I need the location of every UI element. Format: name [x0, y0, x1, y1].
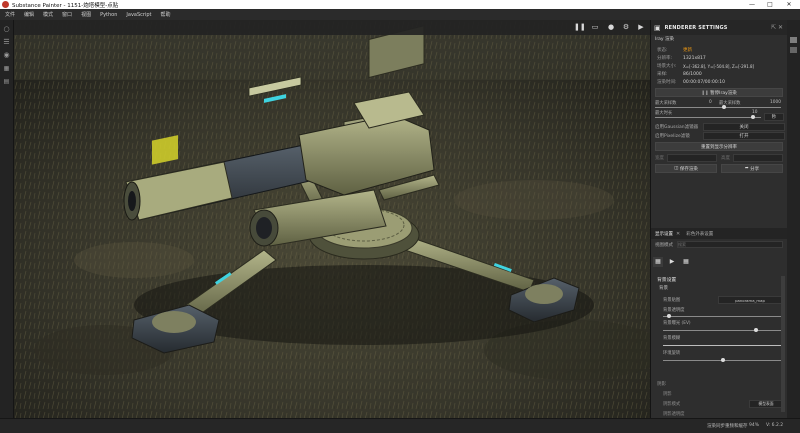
- shadow-group-title: 阴影: [657, 382, 666, 387]
- bg-opacity-row[interactable]: 背景透明度: [651, 307, 787, 320]
- title-bar: Substance Painter - 1151-炮塔模型-点贴 — □ ✕: [0, 0, 800, 9]
- texture-set-list-icon[interactable]: [790, 37, 797, 43]
- shadow-mode-label: 阴影模式: [663, 402, 681, 407]
- menu-edit[interactable]: 编辑: [24, 11, 34, 18]
- bg-map-row: 背景贴图 panorama_map: [651, 295, 787, 307]
- status-version: V: 6.2.2: [766, 423, 784, 428]
- render-icon[interactable]: ⚙: [621, 23, 631, 32]
- samples-row: 采样: 86/1000: [657, 71, 702, 78]
- share-button[interactable]: ➦ 分享: [721, 164, 783, 173]
- env-rotation-row[interactable]: 环境旋转: [651, 350, 787, 365]
- minimize-button[interactable]: —: [744, 0, 760, 9]
- scene-size-row: 场景大小: X=[-362.8], Y=[-504.8], Z=[-291.8]: [657, 63, 755, 70]
- camera-view-icon[interactable]: ▭: [590, 23, 600, 32]
- height-field[interactable]: [733, 153, 783, 162]
- display-icon-tabs: ▦ ▶ ▦: [653, 257, 693, 268]
- gaussian-toggle[interactable]: 关闭: [703, 122, 785, 131]
- substance-logo-icon: [2, 1, 9, 8]
- background-params: 背景贴图 panorama_map 背景透明度 背景曝光 (EV) 背景模糊 环…: [651, 295, 787, 365]
- right-panel: ▣ RENDERER SETTINGS ⇱ ✕ Iray 渲染 状态: 更新 分…: [650, 20, 787, 418]
- render-status-row: 状态: 更新: [657, 48, 692, 53]
- camera-icon[interactable]: ▶: [667, 257, 677, 267]
- bg-subtitle: 背景: [659, 286, 668, 291]
- close-window-button[interactable]: ✕: [781, 0, 797, 9]
- display-tabs: 显示设置 ✕ 彩色外表设置: [651, 228, 787, 239]
- env-rotation-knob[interactable]: [720, 358, 725, 362]
- layers-icon[interactable]: ○: [3, 26, 11, 33]
- history-icon[interactable]: ▦: [3, 65, 11, 72]
- size-row: 宽度 高度: [651, 153, 787, 162]
- max-time-knob[interactable]: [750, 115, 755, 119]
- display-search-input[interactable]: [677, 241, 783, 248]
- log-icon[interactable]: ▤: [3, 78, 11, 85]
- bg-exposure-knob[interactable]: [753, 328, 758, 332]
- iray-section-title: Iray 渲染: [655, 37, 675, 42]
- shadow-opacity-label: 阴影透明度: [663, 412, 685, 417]
- render-time-row: 渲染时间: 00:00:07/00:00:10: [657, 79, 725, 86]
- renderer-settings-title: RENDERER SETTINGS: [664, 24, 728, 31]
- sphere-icon[interactable]: ●: [606, 23, 616, 32]
- tab-close-icon[interactable]: ✕: [676, 231, 680, 237]
- menu-javascript[interactable]: JavaScript: [126, 12, 151, 18]
- menu-python[interactable]: Python: [100, 12, 117, 18]
- menu-file[interactable]: 文件: [5, 11, 15, 18]
- bg-settings-title: 背景设置: [657, 278, 677, 283]
- display-icon[interactable]: ◉: [3, 52, 11, 59]
- renderer-settings-header: ▣ RENDERER SETTINGS ⇱ ✕: [651, 20, 787, 35]
- tab-display-settings[interactable]: 显示设置: [655, 231, 673, 237]
- environment-icon[interactable]: ▦: [653, 257, 663, 267]
- menu-bar: 文件 编辑 模式 窗口 视图 Python JavaScript 帮助: [0, 9, 800, 20]
- reset-resolution-button[interactable]: 重置到显示分辨率: [655, 142, 783, 151]
- max-samples-slider[interactable]: 最大采样数 0 最大采样数 1000: [651, 99, 787, 109]
- video-icon[interactable]: ▶: [636, 23, 646, 32]
- view-mode-row: 视图模式: [651, 240, 787, 249]
- max-time-slider[interactable]: 最大时长 10 秒: [651, 109, 787, 122]
- bg-blur-row[interactable]: 背景模糊: [651, 335, 787, 350]
- maximize-button[interactable]: □: [762, 0, 778, 9]
- pixelize-toggle[interactable]: 打开: [703, 131, 785, 140]
- width-field[interactable]: [667, 153, 717, 162]
- gaussian-row: 启用Gaussian滤镜器 关闭: [651, 122, 787, 131]
- screenshot-icon[interactable]: ▣: [654, 24, 661, 32]
- bg-exposure-row[interactable]: 背景曝光 (EV): [651, 320, 787, 335]
- shadow-toggle-label: 阴影: [663, 392, 672, 397]
- render-status-value: 更新: [683, 48, 692, 53]
- panel-close-icon[interactable]: ⇱ ✕: [771, 24, 783, 31]
- right-icon-strip: [787, 20, 800, 418]
- resolution-row: 分辨率: 1321x817: [657, 55, 706, 62]
- pause-icon[interactable]: ❚❚: [574, 23, 586, 32]
- left-toolbar: ○ ☰ ◉ ▦ ▤: [0, 20, 14, 418]
- pixelize-row: 启用Pixelize滤镜 打开: [651, 131, 787, 140]
- bg-opacity-knob[interactable]: [666, 314, 671, 318]
- bg-map-field[interactable]: panorama_map: [718, 296, 782, 304]
- viewport-toolbar: ❚❚ ▭ ● ⚙ ▶: [14, 20, 650, 35]
- properties-icon[interactable]: [790, 47, 797, 53]
- window-title: Substance Painter - 1151-炮塔模型-点贴: [12, 2, 119, 9]
- menu-view[interactable]: 视图: [81, 11, 91, 18]
- status-bar: 渲染同步重频和缓存 94% V: 6.2.2: [0, 418, 800, 433]
- status-message: 渲染同步重频和缓存: [707, 424, 748, 429]
- status-zoom: 94%: [749, 423, 760, 428]
- viewport-scene[interactable]: [14, 20, 650, 418]
- menu-help[interactable]: 帮助: [161, 11, 171, 18]
- time-unit-select[interactable]: 秒: [764, 113, 784, 121]
- pause-iray-button[interactable]: ❙❙ 暂停Iray渲染: [655, 88, 783, 97]
- save-render-button[interactable]: ◫ 保存渲染: [655, 164, 717, 173]
- shadow-mode-select[interactable]: 模型表面: [749, 400, 783, 408]
- menu-window[interactable]: 窗口: [62, 11, 72, 18]
- menu-mode[interactable]: 模式: [43, 11, 53, 18]
- tab-color-settings[interactable]: 彩色外表设置: [686, 231, 713, 237]
- panel-scrollbar[interactable]: [781, 276, 785, 412]
- 3d-viewport[interactable]: ❚❚ ▭ ● ⚙ ▶: [14, 20, 650, 418]
- texture-set-icon[interactable]: ☰: [3, 39, 11, 46]
- grid-icon[interactable]: ▦: [681, 257, 691, 267]
